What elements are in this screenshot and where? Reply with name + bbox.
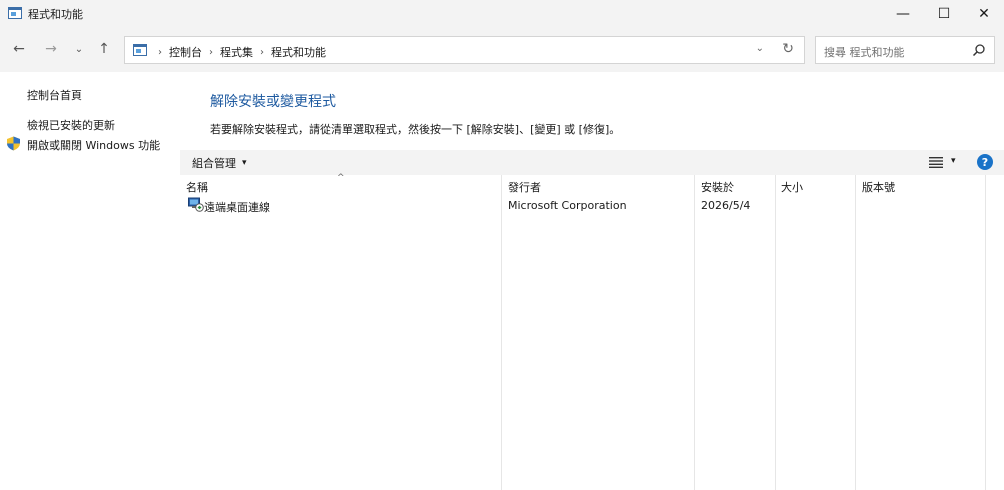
column-header-row: 名稱 ^ 發行者 安裝於 大小 版本號 xyxy=(180,173,1004,195)
column-divider[interactable] xyxy=(775,175,776,490)
page-description: 若要解除安裝程式，請從清單選取程式，然後按一下 [解除安裝]、[變更] 或 [修… xyxy=(210,123,621,136)
view-options-chevron-icon[interactable]: ▾ xyxy=(951,156,956,166)
program-publisher: Microsoft Corporation xyxy=(508,199,627,212)
breadcrumb: › 控制台 › 程式集 › 程式和功能 xyxy=(151,44,326,60)
programs-window: 程式和功能 — ☐ ✕ ← → ⌄ ↑ › 控制台 › 程式集 › 程式和功能 … xyxy=(0,0,1004,490)
search-input[interactable]: 搜尋 程式和功能 xyxy=(815,36,995,64)
sort-ascending-icon: ^ xyxy=(337,173,345,183)
column-divider[interactable] xyxy=(694,175,695,490)
command-bar: 組合管理 ▾ ▾ ? xyxy=(180,150,1004,175)
back-button[interactable]: ← xyxy=(10,40,28,58)
program-name: 遠端桌面連線 xyxy=(204,201,270,214)
task-pane: 控制台首頁 檢視已安裝的更新 開啟或關閉 Windows 功能 xyxy=(0,72,180,490)
breadcrumb-programs[interactable]: 程式集 xyxy=(220,44,253,60)
column-divider[interactable] xyxy=(985,175,986,490)
recent-locations-button[interactable]: ⌄ xyxy=(70,40,88,58)
column-header-name[interactable]: 名稱 xyxy=(186,179,208,195)
details-view-icon[interactable] xyxy=(929,156,943,168)
breadcrumb-separator: › xyxy=(260,46,264,58)
title-bar: 程式和功能 — ☐ ✕ xyxy=(0,0,1004,28)
view-installed-updates-link[interactable]: 檢視已安裝的更新 xyxy=(27,117,115,133)
search-icon[interactable] xyxy=(972,43,986,57)
column-divider[interactable] xyxy=(501,175,502,490)
refresh-button[interactable]: ↻ xyxy=(782,41,794,57)
up-button[interactable]: ↑ xyxy=(95,40,113,58)
search-placeholder: 搜尋 程式和功能 xyxy=(824,46,905,59)
table-row[interactable]: 遠端桌面連線 Microsoft Corporation 2026/5/4 xyxy=(180,195,1004,215)
control-panel-icon xyxy=(133,44,147,56)
minimize-button[interactable]: — xyxy=(880,0,926,28)
column-header-version[interactable]: 版本號 xyxy=(862,179,895,195)
column-header-size[interactable]: 大小 xyxy=(781,179,803,195)
column-header-publisher[interactable]: 發行者 xyxy=(508,179,541,195)
organize-label: 組合管理 xyxy=(192,157,236,170)
remote-desktop-icon xyxy=(188,197,204,212)
close-button[interactable]: ✕ xyxy=(961,0,1004,28)
forward-button[interactable]: → xyxy=(42,40,60,58)
windows-features-link[interactable]: 開啟或關閉 Windows 功能 xyxy=(27,137,160,153)
breadcrumb-separator: › xyxy=(158,46,162,58)
breadcrumb-separator: › xyxy=(209,46,213,58)
page-title: 解除安裝或變更程式 xyxy=(210,94,336,110)
programs-icon xyxy=(8,7,22,19)
address-dropdown-button[interactable]: ⌄ xyxy=(756,43,764,54)
address-bar[interactable]: › 控制台 › 程式集 › 程式和功能 ⌄ ↻ xyxy=(124,36,805,64)
column-header-installed-on[interactable]: 安裝於 xyxy=(701,179,734,195)
breadcrumb-programs-and-features[interactable]: 程式和功能 xyxy=(271,44,326,60)
chevron-down-icon: ▾ xyxy=(242,158,247,168)
column-divider[interactable] xyxy=(855,175,856,490)
organize-button[interactable]: 組合管理 ▾ xyxy=(192,155,247,171)
breadcrumb-control-panel[interactable]: 控制台 xyxy=(169,44,202,60)
uac-shield-icon xyxy=(7,136,20,151)
control-panel-home-link[interactable]: 控制台首頁 xyxy=(27,87,82,103)
help-icon[interactable]: ? xyxy=(977,154,993,170)
window-title: 程式和功能 xyxy=(28,8,83,21)
program-installed-on: 2026/5/4 xyxy=(701,199,751,212)
navigation-bar: ← → ⌄ ↑ › 控制台 › 程式集 › 程式和功能 ⌄ ↻ 搜尋 程式和功能 xyxy=(0,28,1004,72)
